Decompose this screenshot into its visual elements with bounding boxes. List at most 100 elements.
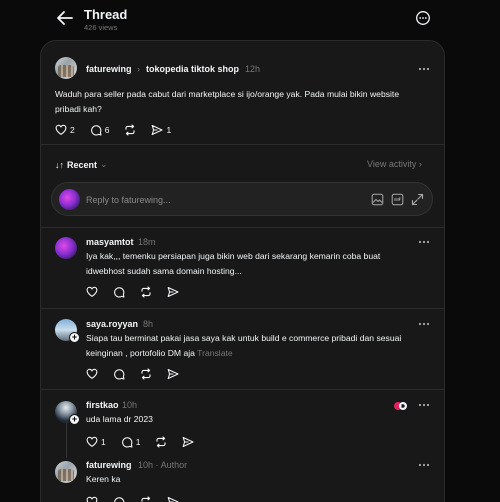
chevron-down-icon: ⌄: [100, 159, 108, 169]
more-options-icon[interactable]: [415, 10, 431, 26]
follow-plus-icon[interactable]: +: [69, 414, 80, 425]
repost-button[interactable]: [155, 436, 167, 448]
post-username[interactable]: faturewing: [86, 64, 132, 74]
like-button[interactable]: [86, 368, 98, 380]
comment-icon: [114, 369, 125, 380]
heart-icon: [86, 496, 98, 502]
avatar[interactable]: [55, 57, 77, 79]
reply-more-icon[interactable]: [417, 402, 431, 408]
avatar[interactable]: [55, 237, 77, 259]
share-count: 1: [166, 125, 172, 135]
view-count: 426 views: [84, 23, 118, 32]
reply-time: 8h: [143, 319, 154, 329]
like-count: 2: [70, 125, 75, 135]
reply-button[interactable]: [113, 286, 125, 298]
like-button[interactable]: 1: [86, 436, 106, 448]
share-button[interactable]: [182, 436, 195, 448]
reply-time: 10h: [122, 400, 138, 410]
share-button[interactable]: [167, 368, 179, 380]
like-button[interactable]: [86, 496, 98, 502]
view-activity-label: View activity: [367, 159, 417, 169]
repost-icon: [141, 286, 151, 298]
repost-icon: [125, 124, 136, 136]
reply-button[interactable]: 6: [90, 124, 110, 136]
reply-button[interactable]: 1: [121, 436, 141, 448]
top-bar: Thread 426 views: [0, 0, 500, 40]
reply-time: 10h · Author: [138, 460, 188, 470]
reply-text: uda lama dr 2023: [86, 414, 153, 424]
post-more-icon[interactable]: [417, 66, 431, 72]
translate-link[interactable]: Translate: [197, 348, 233, 358]
heart-icon: [86, 436, 98, 447]
reply-text: Siapa tau berminat pakai jasa saya kak u…: [86, 331, 416, 361]
send-icon: [167, 286, 179, 298]
share-button[interactable]: [167, 286, 179, 298]
reply-username[interactable]: masyamtot: [86, 237, 134, 247]
reply-more-icon[interactable]: [417, 239, 431, 245]
divider: [41, 389, 444, 390]
heart-icon: [55, 124, 67, 135]
sort-label: Recent: [67, 159, 98, 170]
author-label: Author: [160, 460, 188, 470]
repost-button[interactable]: [140, 496, 152, 502]
page-title: Thread: [84, 7, 128, 22]
share-button[interactable]: 1: [151, 124, 171, 136]
post-community[interactable]: tokopedia tiktok shop: [146, 64, 239, 74]
send-icon: [152, 124, 164, 136]
like-button[interactable]: [86, 286, 98, 298]
view-activity-link[interactable]: View activity ›: [367, 159, 422, 169]
reply-text-content: Siapa tau berminat pakai jasa saya kak u…: [86, 333, 402, 358]
reply-count: 6: [104, 125, 110, 135]
follow-plus-icon[interactable]: +: [69, 332, 80, 343]
reply-time: 18m: [138, 237, 156, 247]
reply-count: 1: [135, 437, 141, 447]
avatar: [59, 189, 80, 210]
reply-more-icon[interactable]: [417, 462, 431, 468]
thread-line: [66, 422, 67, 458]
reply-username[interactable]: firstkao: [86, 400, 119, 410]
like-button[interactable]: 2: [55, 124, 75, 136]
chevron-right-icon: ›: [418, 159, 422, 169]
post-text: Waduh para seller pada cabut dari market…: [55, 89, 400, 114]
repost-icon: [141, 496, 151, 502]
repost-button[interactable]: [140, 368, 152, 380]
reply-time-value: 10h: [138, 460, 154, 470]
comment-icon: [90, 125, 102, 136]
reply-button[interactable]: [113, 368, 125, 380]
image-icon[interactable]: [371, 193, 384, 206]
post-time: 12h: [245, 64, 261, 74]
reaction-badge-icon: [393, 401, 409, 411]
reply-username[interactable]: saya.royyan: [86, 319, 138, 329]
send-icon: [167, 496, 179, 502]
sort-icon: ↓↑: [55, 159, 64, 170]
comment-icon: [114, 497, 125, 502]
thread-card: faturewing › tokopedia tiktok shop 12h W…: [40, 40, 445, 502]
reply-actions: [86, 367, 194, 381]
post-actions: 2 6 1: [55, 123, 186, 137]
repost-icon: [156, 436, 167, 448]
comment-icon: [114, 287, 125, 298]
share-button[interactable]: [167, 496, 179, 502]
heart-icon: [86, 368, 98, 379]
reply-button[interactable]: [113, 496, 125, 502]
reply-actions: [86, 495, 194, 502]
repost-icon: [141, 368, 151, 380]
expand-icon[interactable]: [411, 193, 424, 206]
sort-dropdown[interactable]: ↓↑ Recent ⌄: [55, 159, 108, 170]
send-icon: [183, 436, 195, 448]
reply-actions: 1 1: [86, 435, 209, 449]
reply-text: Keren ka: [86, 474, 121, 484]
reply-text: Iya kak,,, temenku persiapan juga bikin …: [86, 251, 381, 276]
like-count: 1: [101, 437, 106, 447]
repost-button[interactable]: [124, 124, 136, 136]
repost-button[interactable]: [140, 286, 152, 298]
reply-more-icon[interactable]: [417, 321, 431, 327]
reply-username[interactable]: faturewing: [86, 460, 132, 470]
reply-composer[interactable]: [51, 182, 433, 216]
reply-input[interactable]: [86, 191, 336, 209]
gif-icon[interactable]: [391, 193, 404, 206]
chevron-right-icon: ›: [137, 64, 140, 74]
heart-icon: [86, 286, 98, 297]
back-arrow-icon[interactable]: [56, 10, 74, 26]
avatar[interactable]: [55, 461, 77, 483]
